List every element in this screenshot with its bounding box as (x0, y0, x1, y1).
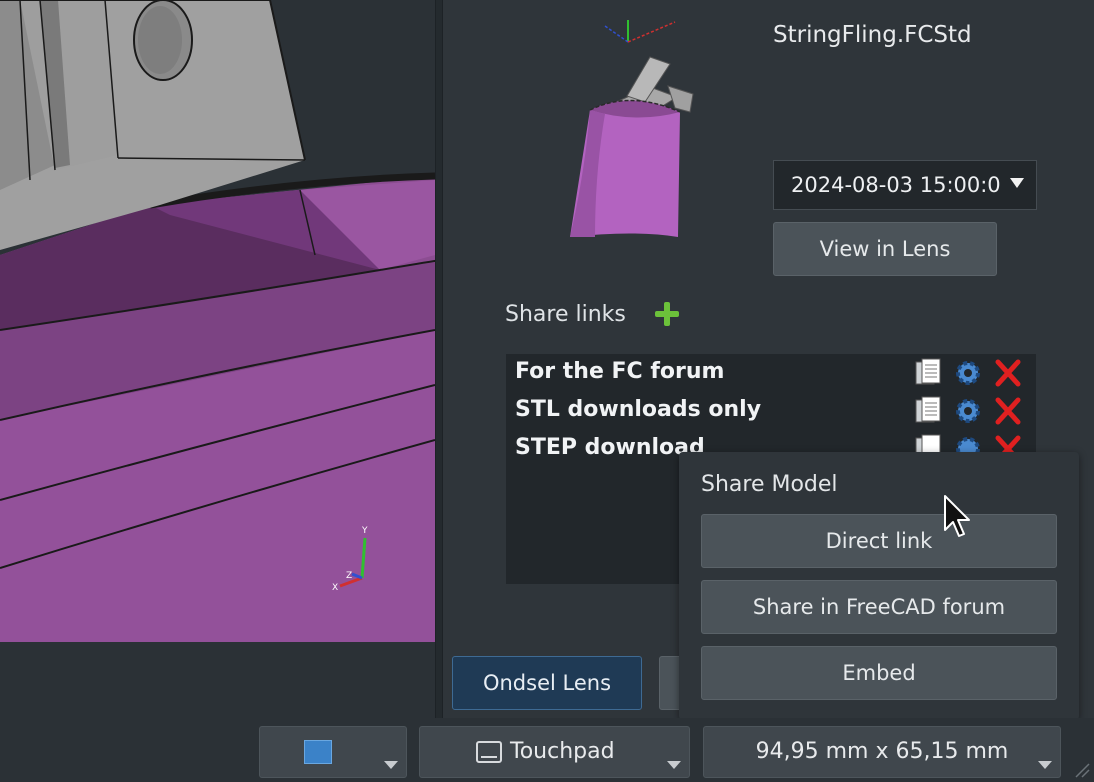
axis-y-label: Y (361, 526, 368, 536)
3d-viewport[interactable]: Y X Z (0, 0, 435, 642)
share-link-label: STEP download (515, 435, 705, 460)
copy-icon[interactable] (914, 358, 942, 388)
delete-icon[interactable] (994, 358, 1022, 388)
list-item[interactable]: For the FC forum (506, 354, 1036, 392)
panel-splitter[interactable] (435, 0, 443, 718)
navigation-style-label: Touchpad (510, 739, 615, 764)
share-links-label: Share links (505, 302, 626, 327)
delete-icon[interactable] (994, 396, 1022, 426)
touchpad-icon (476, 741, 502, 763)
file-name: StringFling.FCStd (773, 22, 972, 48)
share-link-label: STL downloads only (515, 397, 762, 422)
gear-icon[interactable] (954, 358, 982, 388)
model-thumbnail (570, 20, 694, 237)
resize-grip-icon[interactable] (1072, 760, 1090, 778)
chevron-down-icon (667, 761, 681, 769)
share-menu-title: Share Model (701, 472, 838, 497)
share-model-menu: Share Model Direct link Share in FreeCAD… (679, 452, 1079, 720)
copy-icon[interactable] (914, 396, 942, 426)
mouse-cursor-icon (944, 495, 970, 537)
version-value: 2024-08-03 15:00:0 (791, 173, 1001, 197)
app-window: Y X Z StringFling.FCStd 2024-08-03 15:00… (0, 0, 1094, 782)
view-in-lens-button[interactable]: View in Lens (773, 222, 997, 276)
status-bar: Touchpad 94,95 mm x 65,15 mm (0, 718, 1094, 782)
version-dropdown[interactable]: 2024-08-03 15:00:0 (773, 160, 1037, 210)
share-forum-button[interactable]: Share in FreeCAD forum (701, 580, 1057, 634)
chevron-down-icon (384, 761, 398, 769)
notifications-button[interactable] (259, 726, 407, 778)
axis-z-label: Z (346, 571, 352, 581)
plus-icon[interactable] (653, 300, 681, 328)
gear-icon[interactable] (954, 396, 982, 426)
axis-triad: Y X Z (332, 526, 368, 593)
direct-link-button[interactable]: Direct link (701, 514, 1057, 568)
tab-ondsel-lens[interactable]: Ondsel Lens (452, 656, 642, 710)
dimensions-label: 94,95 mm x 65,15 mm (755, 739, 1009, 764)
chevron-down-icon (1038, 761, 1052, 769)
mail-icon (304, 740, 332, 764)
embed-button[interactable]: Embed (701, 646, 1057, 700)
navigation-style-button[interactable]: Touchpad (419, 726, 690, 778)
list-item[interactable]: STL downloads only (506, 392, 1036, 430)
axis-x-label: X (332, 583, 338, 593)
share-link-label: For the FC forum (515, 359, 725, 384)
chevron-down-icon (1010, 178, 1024, 188)
dimensions-button[interactable]: 94,95 mm x 65,15 mm (703, 726, 1061, 778)
